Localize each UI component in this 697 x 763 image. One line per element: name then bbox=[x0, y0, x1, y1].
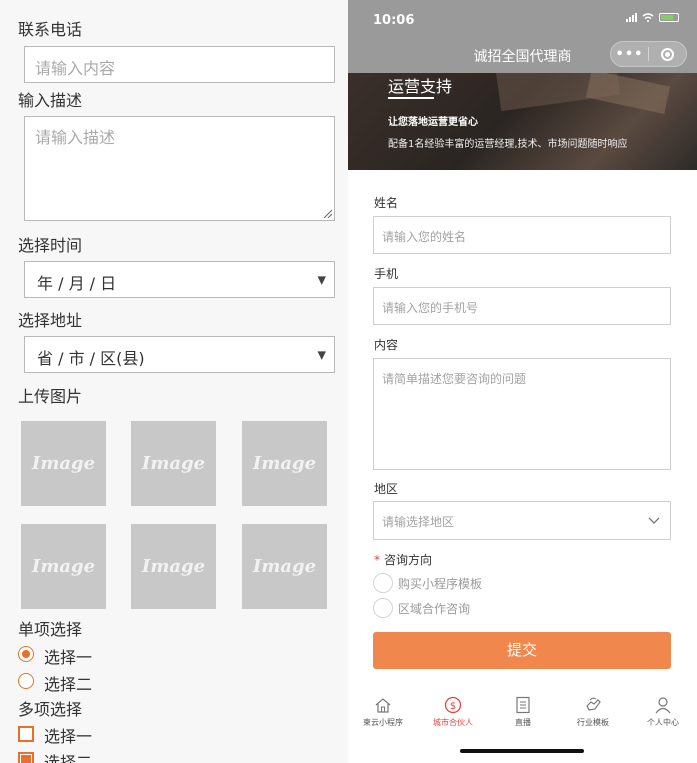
mobile-label: 手机 bbox=[374, 267, 399, 281]
chevron-down-icon bbox=[648, 517, 660, 524]
home-icon bbox=[375, 697, 391, 713]
submit-button[interactable]: 提交 bbox=[373, 632, 671, 669]
phone-placeholder: 请输入内容 bbox=[35, 59, 116, 78]
tab-live[interactable]: 直播 bbox=[488, 696, 558, 728]
image-placeholder[interactable]: Image bbox=[131, 524, 216, 609]
user-icon bbox=[655, 697, 671, 714]
desc-label: 输入描述 bbox=[18, 91, 83, 110]
image-placeholder[interactable]: Image bbox=[131, 421, 216, 506]
phone-input[interactable]: 请输入内容 bbox=[24, 46, 335, 83]
single-choice-label: 单项选择 bbox=[18, 620, 83, 639]
checkbox-option-1[interactable] bbox=[18, 726, 34, 742]
upload-label: 上传图片 bbox=[18, 387, 83, 406]
tab-templates[interactable]: 行业模板 bbox=[558, 696, 628, 728]
tab-label: 个人中心 bbox=[647, 718, 679, 727]
checkbox-option-2-label: 选择二 bbox=[44, 753, 93, 763]
desc-textarea[interactable]: 请输入描述 bbox=[24, 116, 335, 221]
phone-screen: 10:06 诚招全国代理商 ••• 运营支持 让您落地运营更省心 配备1名经验丰… bbox=[348, 0, 697, 763]
banner-decoration bbox=[585, 73, 671, 115]
hand-icon bbox=[586, 697, 601, 711]
tab-label: 柬云小程序 bbox=[363, 718, 403, 727]
banner-subtitle: 让您落地运营更省心 bbox=[388, 117, 478, 128]
home-indicator bbox=[460, 749, 584, 753]
direction-radio-1[interactable] bbox=[373, 573, 393, 593]
resize-handle-icon[interactable] bbox=[322, 208, 332, 218]
banner-underline bbox=[388, 97, 434, 99]
content-label: 内容 bbox=[374, 338, 399, 352]
mobile-input[interactable]: 请输入您的手机号 bbox=[373, 287, 671, 325]
address-label: 选择地址 bbox=[18, 311, 83, 330]
address-select-value: 省 / 市 / 区(县) bbox=[37, 349, 145, 368]
banner-description: 配备1名经验丰富的运营经理,技术、市场问题随时响应 bbox=[388, 139, 628, 150]
checkbox-option-1-label: 选择一 bbox=[44, 727, 93, 746]
tab-label: 行业模板 bbox=[577, 718, 609, 727]
menu-capsule: ••• bbox=[610, 41, 687, 67]
content-textarea[interactable]: 请简单描述您要咨询的问题 bbox=[373, 358, 671, 470]
close-mini-program-button[interactable] bbox=[649, 47, 686, 61]
support-banner: 运营支持 让您落地运营更省心 配备1名经验丰富的运营经理,技术、市场问题随时响应 bbox=[348, 73, 697, 170]
address-select[interactable]: 省 / 市 / 区(县) ▼ bbox=[24, 336, 335, 373]
time-select-value: 年 / 月 / 日 bbox=[37, 274, 117, 293]
target-icon bbox=[660, 47, 674, 61]
region-label: 地区 bbox=[374, 482, 399, 496]
radio-option-2-label: 选择二 bbox=[44, 675, 93, 694]
multi-choice-label: 多项选择 bbox=[18, 700, 83, 719]
direction-option-1-label: 购买小程序模板 bbox=[398, 577, 483, 591]
nav-bar: 诚招全国代理商 ••• bbox=[348, 40, 697, 73]
radio-option-2[interactable] bbox=[18, 673, 34, 689]
radio-option-1-label: 选择一 bbox=[44, 648, 93, 667]
tab-profile[interactable]: 个人中心 bbox=[628, 696, 697, 728]
dropdown-arrow-icon: ▼ bbox=[317, 273, 326, 286]
time-select[interactable]: 年 / 月 / 日 ▼ bbox=[24, 261, 335, 298]
wifi-icon bbox=[642, 13, 654, 22]
document-icon bbox=[516, 696, 530, 714]
phone-label: 联系电话 bbox=[18, 20, 83, 39]
name-placeholder: 请输入您的姓名 bbox=[382, 230, 467, 244]
tab-label: 城市合伙人 bbox=[433, 718, 473, 727]
banner-heading: 运营支持 bbox=[388, 77, 453, 96]
direction-radio-2[interactable] bbox=[373, 598, 393, 618]
name-label: 姓名 bbox=[374, 196, 399, 210]
tab-city-partner[interactable]: $ 城市合伙人 bbox=[418, 696, 488, 728]
direction-label: * 咨询方向 bbox=[374, 551, 432, 568]
content-placeholder: 请简单描述您要咨询的问题 bbox=[382, 372, 527, 386]
status-bar: 10:06 bbox=[348, 0, 697, 40]
radio-option-1[interactable] bbox=[18, 646, 34, 662]
signal-icon bbox=[626, 13, 637, 22]
more-icon[interactable]: ••• bbox=[611, 47, 648, 62]
direction-label-text: 咨询方向 bbox=[384, 553, 433, 567]
status-time: 10:06 bbox=[373, 13, 415, 28]
battery-icon bbox=[659, 13, 679, 22]
dropdown-arrow-icon: ▼ bbox=[317, 348, 326, 361]
image-placeholder[interactable]: Image bbox=[21, 524, 106, 609]
required-mark: * bbox=[374, 553, 380, 567]
dollar-circle-icon: $ bbox=[444, 696, 462, 714]
left-form-panel: 联系电话 请输入内容 输入描述 请输入描述 选择时间 年 / 月 / 日 ▼ 选… bbox=[0, 0, 348, 763]
image-placeholder[interactable]: Image bbox=[21, 421, 106, 506]
checkbox-option-2[interactable] bbox=[18, 752, 34, 763]
region-select[interactable]: 请输选择地区 bbox=[373, 501, 671, 540]
tab-label: 直播 bbox=[515, 718, 531, 727]
name-input[interactable]: 请输入您的姓名 bbox=[373, 216, 671, 254]
time-label: 选择时间 bbox=[18, 236, 83, 255]
direction-option-2-label: 区域合作咨询 bbox=[398, 602, 471, 616]
image-placeholder[interactable]: Image bbox=[242, 524, 327, 609]
region-placeholder: 请输选择地区 bbox=[382, 515, 455, 529]
svg-text:$: $ bbox=[450, 701, 456, 712]
tab-home[interactable]: 柬云小程序 bbox=[348, 696, 418, 728]
desc-placeholder: 请输入描述 bbox=[35, 128, 116, 147]
image-placeholder[interactable]: Image bbox=[242, 421, 327, 506]
mobile-placeholder: 请输入您的手机号 bbox=[382, 301, 479, 315]
